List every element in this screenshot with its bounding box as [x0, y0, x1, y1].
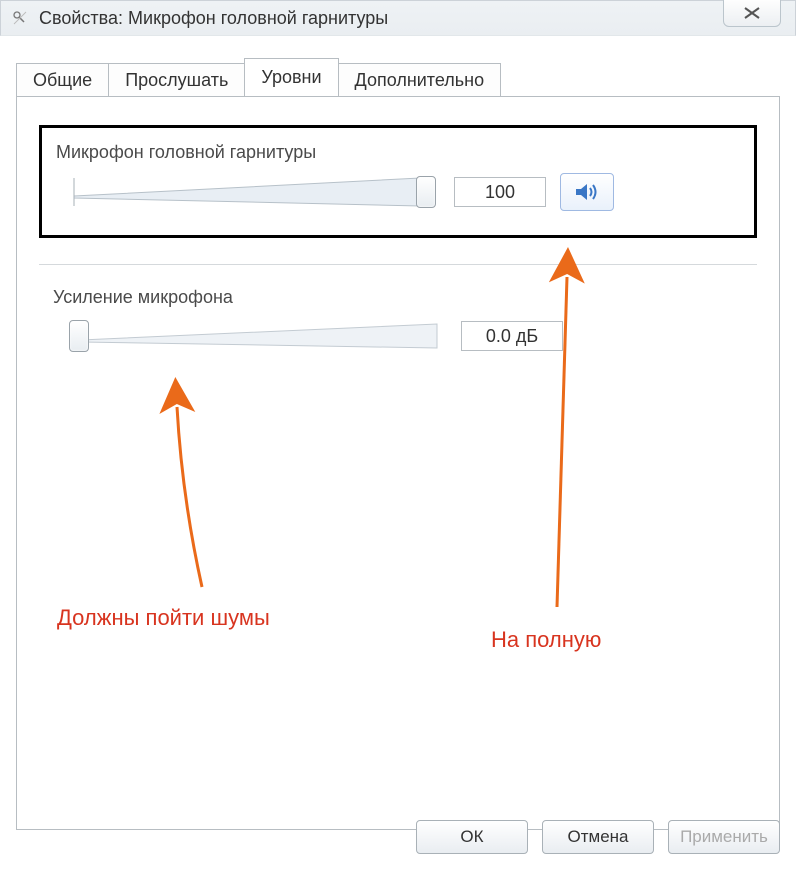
- mute-button[interactable]: [560, 173, 614, 211]
- tab-advanced[interactable]: Дополнительно: [338, 63, 502, 96]
- annotation-full: На полную: [491, 627, 601, 653]
- window-title: Свойства: Микрофон головной гарнитуры: [39, 8, 388, 29]
- annotation-noise: Должны пойти шумы: [57, 605, 270, 631]
- tab-levels[interactable]: Уровни: [244, 58, 338, 96]
- close-icon: [741, 6, 763, 20]
- apply-button[interactable]: Применить: [668, 820, 780, 854]
- app-icon: [11, 9, 29, 27]
- mic-boost-group: Усиление микрофона 0.0 дБ: [39, 287, 757, 368]
- mic-boost-slider[interactable]: [67, 318, 447, 354]
- boost-slider-thumb[interactable]: [69, 320, 89, 352]
- mic-level-label: Микрофон головной гарнитуры: [56, 142, 740, 163]
- group-divider: [39, 264, 757, 265]
- speaker-icon: [573, 180, 601, 204]
- tab-strip: Общие Прослушать Уровни Дополнительно: [16, 56, 780, 96]
- close-button[interactable]: [723, 0, 781, 27]
- mic-boost-value[interactable]: 0.0 дБ: [461, 321, 563, 351]
- tab-page-levels: Микрофон головной гарнитуры 100: [16, 96, 780, 830]
- tab-listen[interactable]: Прослушать: [108, 63, 245, 96]
- client-area: Общие Прослушать Уровни Дополнительно Ми…: [0, 36, 796, 870]
- mic-level-row: 100: [56, 173, 740, 211]
- mic-boost-row: 0.0 дБ: [53, 318, 743, 354]
- mic-level-value[interactable]: 100: [454, 177, 546, 207]
- mic-boost-label: Усиление микрофона: [53, 287, 743, 308]
- ok-button[interactable]: ОК: [416, 820, 528, 854]
- title-bar: Свойства: Микрофон головной гарнитуры: [0, 0, 796, 36]
- cancel-button[interactable]: Отмена: [542, 820, 654, 854]
- tab-general[interactable]: Общие: [16, 63, 109, 96]
- mic-level-slider[interactable]: [70, 174, 440, 210]
- mic-slider-thumb[interactable]: [416, 176, 436, 208]
- mic-level-group: Микрофон головной гарнитуры 100: [39, 125, 757, 238]
- dialog-buttons: ОК Отмена Применить: [416, 820, 780, 854]
